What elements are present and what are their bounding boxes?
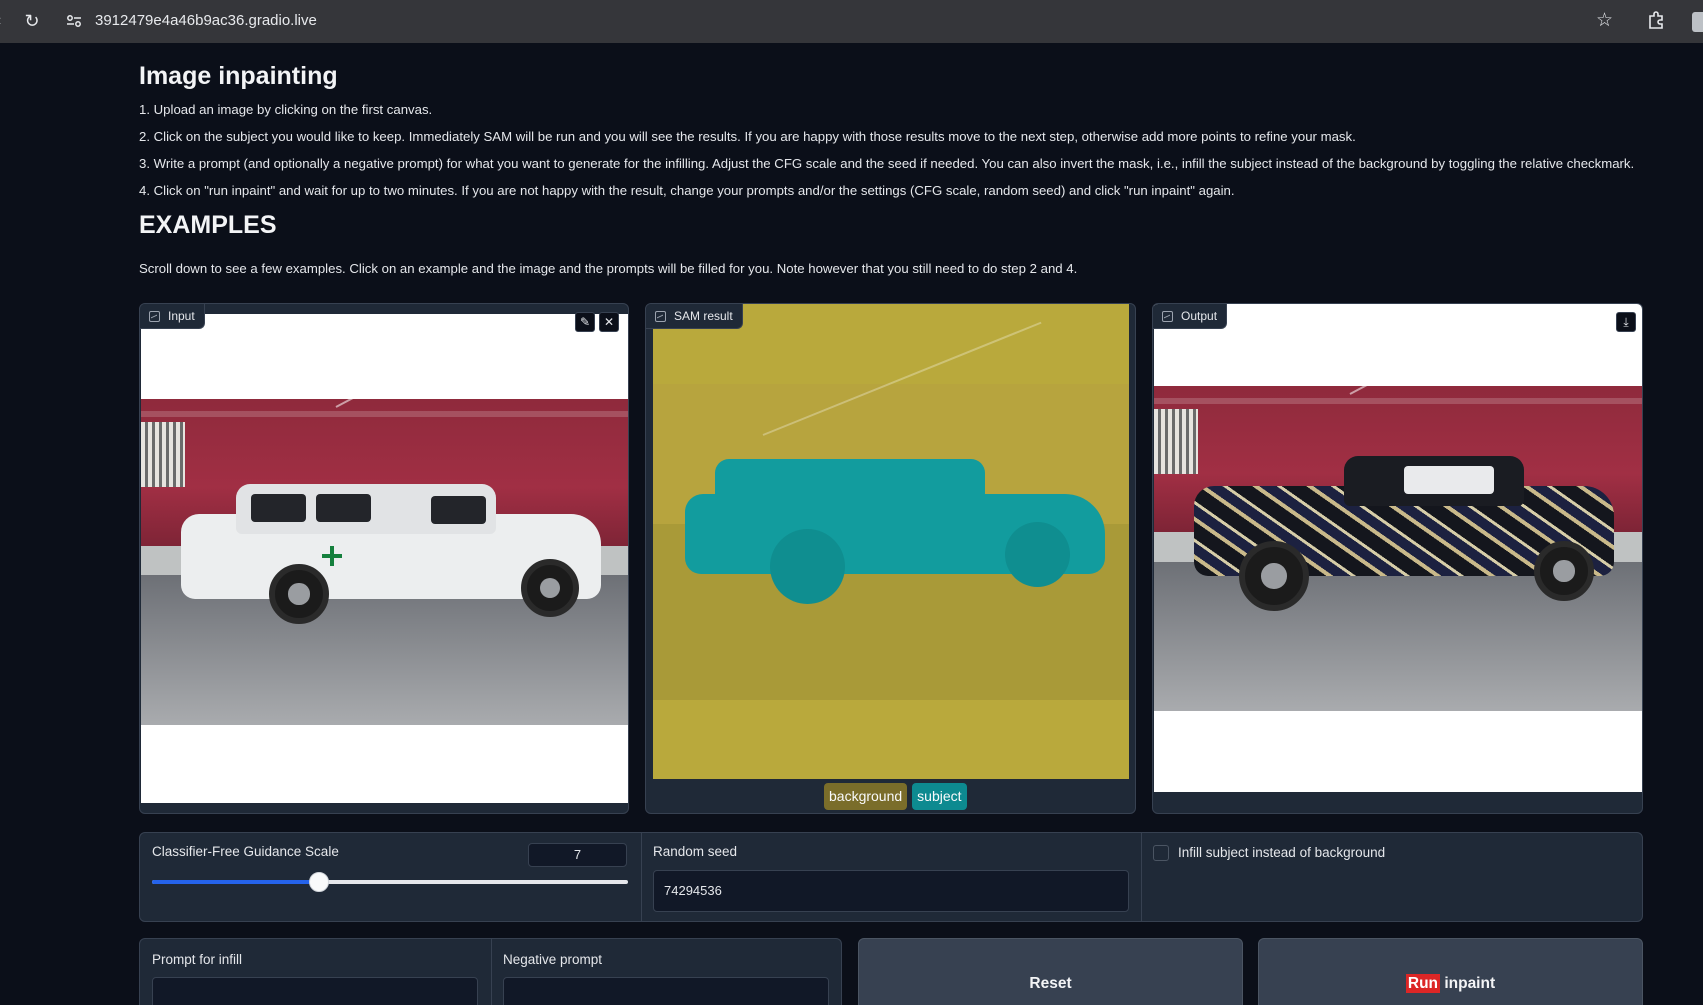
output-canvas <box>1154 304 1642 792</box>
output-photo <box>1154 386 1642 711</box>
negative-prompt-input[interactable] <box>503 977 829 1005</box>
address-bar[interactable]: 3912479e4a46b9ac36.gradio.live <box>95 11 317 31</box>
run-highlight: Run <box>1405 974 1441 993</box>
reload-icon[interactable]: ↻ <box>21 10 43 32</box>
back-arrow-icon[interactable]: ‹ <box>0 12 6 32</box>
instruction-step-1: 1. Upload an image by clicking on the fi… <box>139 102 433 117</box>
browser-toolbar: ‹ ↻ 3912479e4a46b9ac36.gradio.live ☆ <box>0 0 1703 43</box>
image-icon <box>1162 310 1173 322</box>
infill-subject-label: Infill subject instead of background <box>1178 845 1386 860</box>
cfg-scale-label: Classifier-Free Guidance Scale <box>152 844 339 859</box>
clear-image-icon[interactable]: ✕ <box>599 312 619 332</box>
random-seed-label: Random seed <box>653 844 738 859</box>
legend-background: background <box>824 783 908 810</box>
instruction-step-4: 4. Click on "run inpaint" and wait for u… <box>139 183 1235 198</box>
site-info-icon[interactable] <box>62 11 86 31</box>
page-title: Image inpainting <box>139 62 338 90</box>
infill-prompt-label: Prompt for infill <box>152 952 243 967</box>
output-panel-label: Output <box>1153 304 1228 329</box>
instruction-step-2: 2. Click on the subject you would like t… <box>139 129 1356 144</box>
sam-result-panel: SAM result background subject <box>645 303 1136 814</box>
examples-heading: EXAMPLES <box>139 211 277 239</box>
instruction-step-3: 3. Write a prompt (and optionally a nega… <box>139 156 1635 171</box>
sam-subject-mask <box>685 454 1105 604</box>
click-point-marker <box>322 546 342 566</box>
examples-note: Scroll down to see a few examples. Click… <box>139 261 1078 276</box>
image-icon <box>149 310 160 322</box>
input-photo[interactable] <box>141 399 628 725</box>
input-image-panel[interactable]: Input ✎ ✕ <box>139 303 629 814</box>
sam-panel-label: SAM result <box>646 304 743 329</box>
negative-prompt-label: Negative prompt <box>503 952 603 967</box>
input-canvas[interactable] <box>141 314 628 803</box>
prompt-area: Prompt for infill Negative prompt <box>139 938 842 1005</box>
infill-prompt-input[interactable] <box>152 977 478 1005</box>
output-image-panel: Output ⤓ <box>1152 303 1643 814</box>
profile-avatar[interactable] <box>1692 12 1703 32</box>
download-icon[interactable]: ⤓ <box>1616 312 1636 332</box>
cfg-scale-number-input[interactable]: 7 <box>528 843 627 867</box>
settings-row: Classifier-Free Guidance Scale 7 Random … <box>139 832 1643 922</box>
edit-pencil-icon[interactable]: ✎ <box>575 312 595 332</box>
infill-subject-checkbox[interactable] <box>1153 845 1169 861</box>
sam-legend: background subject <box>824 783 967 810</box>
legend-subject: subject <box>912 783 967 810</box>
input-panel-label: Input <box>140 304 205 329</box>
image-icon <box>655 310 666 322</box>
run-inpaint-label: inpaint <box>1440 975 1496 992</box>
reset-button[interactable]: Reset <box>858 938 1243 1005</box>
cfg-scale-slider-thumb[interactable] <box>309 872 329 892</box>
run-inpaint-button[interactable]: Run inpaint <box>1258 938 1643 1005</box>
sam-mask-image <box>653 304 1129 779</box>
bookmark-star-icon[interactable]: ☆ <box>1596 9 1613 32</box>
cfg-scale-slider-fill <box>152 880 319 884</box>
extensions-icon[interactable] <box>1646 10 1668 32</box>
inpainted-vehicle <box>1194 456 1614 611</box>
truck-subject <box>181 474 601 624</box>
random-seed-input[interactable]: 74294536 <box>653 870 1129 912</box>
